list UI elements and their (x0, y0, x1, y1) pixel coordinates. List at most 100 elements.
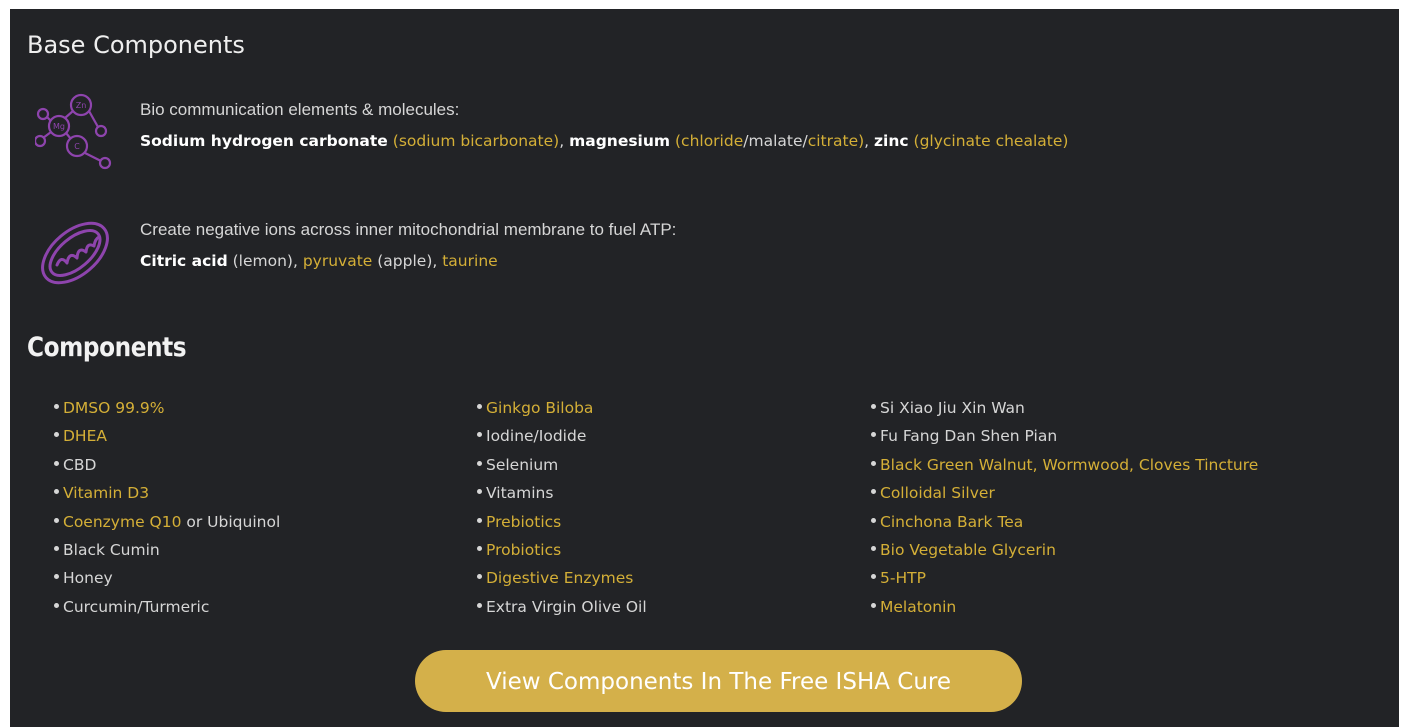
plain-text: (lemon), (227, 252, 303, 270)
plain-text: CBD (63, 455, 97, 474)
component-list-item: Selenium (477, 453, 647, 481)
plain-text: /malate/ (743, 132, 808, 150)
component-list-item: DHEA (54, 424, 280, 452)
highlight-text: Colloidal Silver (880, 484, 995, 503)
component-list-item: Probiotics (477, 538, 647, 566)
bullet-icon (477, 545, 482, 551)
component-list-item: DMSO 99.9% (54, 396, 280, 424)
bullet-icon (54, 404, 59, 409)
bold-text: magnesium (569, 132, 671, 150)
components-column-1: DMSO 99.9% DHEA CBD Vitamin D3 Coenzyme Q10 … (54, 396, 280, 623)
bold-text: zinc (874, 132, 909, 150)
component-list-item: Vitamins (477, 481, 647, 509)
bullet-icon (477, 460, 482, 466)
bullet-icon (477, 489, 482, 495)
bold-text: Sodium hydrogen carbonate (140, 132, 388, 150)
component-list-item: Prebiotics (477, 510, 647, 538)
highlight-text: citrate) (807, 132, 865, 150)
highlight-text: (chloride (675, 132, 744, 150)
bullet-icon (871, 404, 876, 409)
component-list-item: Bio Vegetable Glycerin (871, 538, 1258, 566)
components-panel: Base Components Zn Mg C Bio communicatio… (10, 9, 1399, 727)
base-item-detail: Sodium hydrogen carbonate (sodium bicarb… (140, 130, 1340, 152)
bullet-icon (54, 517, 59, 523)
bullet-icon (871, 574, 876, 580)
bullet-icon (54, 460, 59, 466)
component-list-item: Coenzyme Q10 or Ubiquinol (54, 510, 280, 538)
components-heading: Components (27, 332, 187, 363)
highlight-text: 5-HTP (880, 569, 926, 588)
bullet-icon (477, 404, 482, 409)
highlight-text: Ginkgo Biloba (486, 399, 594, 417)
plain-text: , (559, 132, 570, 150)
plain-text: Honey (63, 569, 113, 588)
highlight-text: (glycinate chealate) (913, 132, 1069, 150)
plain-text: Black Cumin (63, 540, 160, 559)
base-components-heading: Base Components (27, 31, 245, 59)
mitochondria-icon (41, 221, 109, 285)
bullet-icon (54, 489, 59, 495)
bullet-icon (871, 460, 876, 466)
molecule-label-mg: Mg (53, 122, 65, 131)
base-item-detail: Citric acid (lemon), pyruvate (apple), t… (140, 250, 1340, 272)
highlight-text: pyruvate (302, 252, 373, 270)
component-list-item: Iodine/Iodide (477, 424, 647, 452)
component-list-item: Ginkgo Biloba (477, 396, 647, 424)
bullet-icon (871, 432, 876, 438)
highlight-text: Black Green Walnut, Wormwood, Cloves Tin… (880, 455, 1259, 474)
component-list-item: Black Cumin (54, 538, 280, 566)
plain-text: (apple), (372, 252, 443, 270)
component-list-item: Cinchona Bark Tea (871, 510, 1258, 538)
plain-text: Extra Virgin Olive Oil (486, 597, 647, 616)
highlight-text: Prebiotics (486, 512, 562, 531)
component-list-item: Digestive Enzymes (477, 566, 647, 594)
component-list-item: Black Green Walnut, Wormwood, Cloves Tin… (871, 453, 1258, 481)
bullet-icon (54, 574, 59, 580)
molecule-icon: Zn Mg C (35, 93, 112, 170)
highlight-text: DHEA (63, 427, 107, 446)
bullet-icon (54, 545, 59, 551)
plain-text: or Ubiquinol (181, 512, 281, 531)
components-column-3: Si Xiao Jiu Xin Wan Fu Fang Dan Shen Pian… (871, 396, 1258, 623)
base-item-intro: Create negative ions across inner mitoch… (140, 220, 677, 239)
plain-text: Vitamins (486, 484, 554, 503)
component-list-item: Honey (54, 566, 280, 594)
component-list-item: Curcumin/Turmeric (54, 595, 280, 623)
bullet-icon (871, 489, 876, 495)
components-column-2: Ginkgo Biloba Iodine/Iodide Selenium Vitami… (477, 396, 647, 623)
view-components-button[interactable]: View Components In The Free ISHA Cure (415, 650, 1022, 712)
bullet-icon (477, 517, 482, 523)
highlight-text: Probiotics (486, 540, 562, 559)
highlight-text: Vitamin D3 (63, 484, 150, 503)
component-list-item: Colloidal Silver (871, 481, 1258, 509)
bullet-icon (871, 545, 876, 551)
highlight-text: taurine (442, 252, 498, 270)
bullet-icon (54, 432, 59, 438)
plain-text: Curcumin/Turmeric (63, 597, 210, 616)
bullet-icon (477, 432, 482, 438)
component-list-item: Vitamin D3 (54, 481, 280, 509)
highlight-text: Cinchona Bark Tea (880, 512, 1024, 531)
highlight-text: DMSO 99.9% (63, 399, 165, 417)
bullet-icon (477, 602, 482, 608)
plain-text: Iodine/Iodide (486, 427, 587, 446)
base-item-intro: Bio communication elements & molecules: (140, 100, 460, 119)
plain-text: , (864, 132, 875, 150)
component-list-item: CBD (54, 453, 280, 481)
plain-text: Fu Fang Dan Shen Pian (880, 427, 1058, 446)
highlight-text: Coenzyme Q10 (63, 512, 182, 531)
component-list-item: Si Xiao Jiu Xin Wan (871, 396, 1258, 424)
highlight-text: Bio Vegetable Glycerin (880, 540, 1056, 559)
component-list-item: Melatonin (871, 595, 1258, 623)
component-list-item: Fu Fang Dan Shen Pian (871, 424, 1258, 452)
component-list-item: Extra Virgin Olive Oil (477, 595, 647, 623)
molecule-label-c: C (74, 142, 80, 151)
plain-text: Si Xiao Jiu Xin Wan (880, 399, 1025, 417)
bullet-icon (54, 602, 59, 608)
bullet-icon (477, 574, 482, 580)
molecule-label-zn: Zn (76, 101, 87, 110)
bullet-icon (871, 602, 876, 608)
highlight-text: (sodium bicarbonate) (392, 132, 560, 150)
bold-text: Citric acid (140, 252, 228, 270)
component-list-item: 5-HTP (871, 566, 1258, 594)
